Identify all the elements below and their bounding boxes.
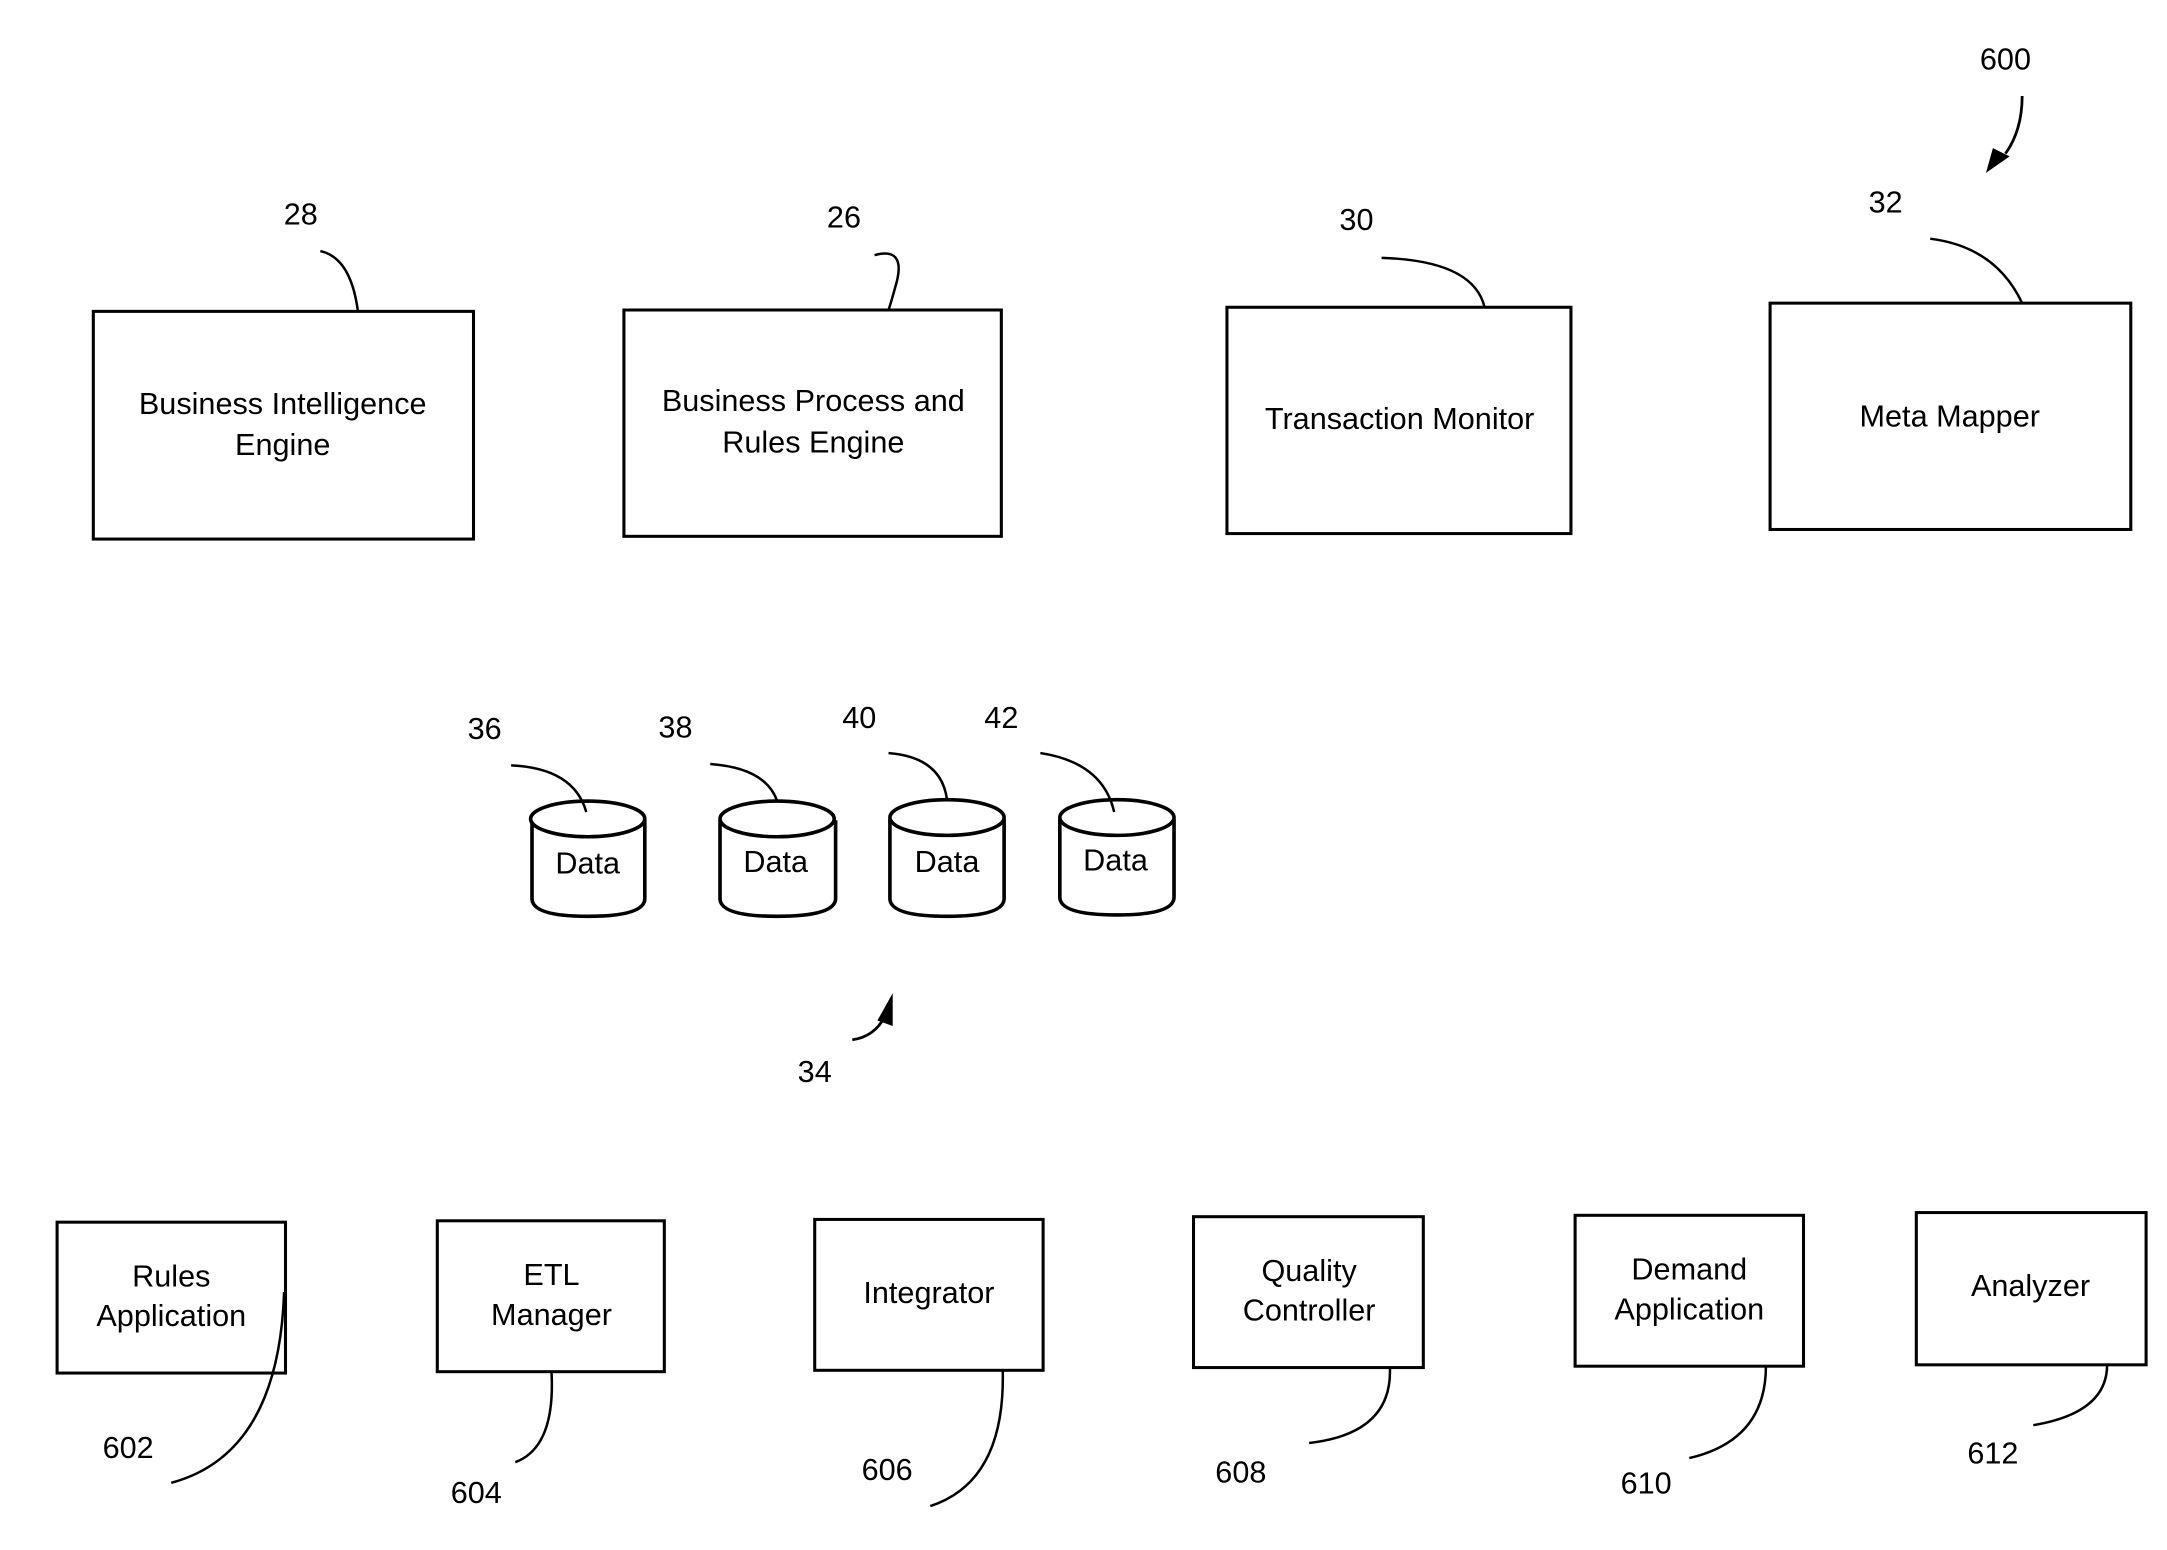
component-label-line-1: Business Process and [662, 384, 965, 418]
data-store-label: Data [743, 845, 808, 879]
component-ref: 608 [1215, 1456, 1266, 1490]
component-label: Meta Mapper [1860, 400, 2040, 434]
component-ref: 612 [1967, 1437, 2018, 1471]
component-integrator[interactable]: Integrator 606 [813, 1217, 1045, 1508]
component-label-line-1: Demand [1631, 1253, 1747, 1287]
component-label-line-2: Engine [235, 428, 330, 462]
component-label-line-2: Rules Engine [722, 426, 904, 460]
component-analyzer[interactable]: Analyzer 612 [1914, 1211, 2148, 1471]
component-box [1573, 1213, 1806, 1368]
leader-line [1381, 256, 1486, 308]
component-label: Integrator [863, 1276, 994, 1310]
component-rules-application[interactable]: Rules Application 602 [55, 1220, 288, 1484]
database-top [718, 799, 837, 839]
figure-arrow-line [2004, 96, 2024, 155]
component-ref: 26 [827, 201, 861, 235]
figure-ref-label: 600 [1980, 43, 2031, 77]
leader-line [888, 751, 949, 800]
data-store-42[interactable]: Data 42 [984, 701, 1176, 917]
component-ref: 602 [103, 1431, 154, 1465]
component-ref: 606 [862, 1453, 913, 1487]
leader-line [514, 1371, 554, 1464]
component-box [91, 309, 476, 541]
data-store-label: Data [555, 847, 620, 881]
component-box [622, 308, 1003, 538]
component-ref: 32 [1869, 186, 1903, 220]
component-quality-controller[interactable]: Quality Controller 608 [1191, 1215, 1425, 1490]
leader-line [1689, 1366, 1768, 1460]
data-store-40[interactable]: Data 40 [842, 701, 1006, 919]
leader-line [710, 762, 779, 802]
component-ref: 610 [1621, 1467, 1672, 1501]
component-label-line-1: Business Intelligence [139, 387, 427, 421]
data-store-group: Data 36 Data 38 Data 40 Data 42 34 [468, 701, 1176, 1089]
component-ref: 28 [284, 198, 318, 232]
component-label-line-2: Controller [1243, 1294, 1376, 1328]
group-ref-label: 34 [798, 1055, 832, 1089]
component-label: Analyzer [1971, 1269, 2090, 1303]
leader-line [929, 1370, 1004, 1508]
component-box [435, 1219, 666, 1374]
component-label-line-1: Rules [132, 1260, 210, 1294]
database-top [888, 797, 1006, 838]
data-store-38[interactable]: Data 38 [658, 711, 838, 919]
component-business-intelligence-engine[interactable]: Business Intelligence Engine 28 [91, 198, 476, 541]
data-store-ref: 42 [984, 701, 1018, 735]
component-transaction-monitor[interactable]: Transaction Monitor 30 [1225, 203, 1573, 536]
component-business-process-rules-engine[interactable]: Business Process and Rules Engine 26 [622, 201, 1003, 538]
system-block-diagram: 600 Business Intelligence Engine 28 Busi… [55, 43, 2148, 1510]
data-store-ref: 40 [842, 701, 876, 735]
component-label-line-1: Quality [1261, 1254, 1357, 1288]
leader-line [1930, 237, 2024, 304]
leader-line [319, 249, 360, 312]
data-store-label: Data [1083, 844, 1148, 878]
data-store-ref: 38 [658, 711, 692, 745]
leader-line [1308, 1367, 1392, 1445]
figure-reference: 600 [1980, 43, 2031, 173]
component-label-line-2: Manager [491, 1298, 612, 1332]
data-store-label: Data [915, 845, 980, 879]
component-demand-application[interactable]: Demand Application 610 [1573, 1213, 1806, 1501]
component-label-line-1: ETL [523, 1258, 579, 1292]
component-box [55, 1220, 288, 1375]
component-meta-mapper[interactable]: Meta Mapper 32 [1768, 186, 2133, 531]
group-arrow-head-icon [877, 993, 893, 1027]
component-etl-manager[interactable]: ETL Manager 604 [435, 1219, 666, 1510]
leader-line [874, 252, 900, 311]
data-store-ref: 36 [468, 712, 502, 746]
leader-line [2033, 1364, 2109, 1427]
database-top [1058, 797, 1176, 838]
component-label: Transaction Monitor [1265, 402, 1534, 436]
database-top [528, 799, 647, 839]
component-label-line-2: Application [1614, 1293, 1764, 1327]
component-box [1191, 1215, 1425, 1370]
data-store-group-reference: 34 [798, 993, 893, 1089]
data-store-36[interactable]: Data 36 [468, 712, 647, 919]
component-label-line-2: Application [96, 1299, 246, 1333]
component-ref: 604 [451, 1476, 502, 1510]
component-ref: 30 [1339, 203, 1373, 237]
